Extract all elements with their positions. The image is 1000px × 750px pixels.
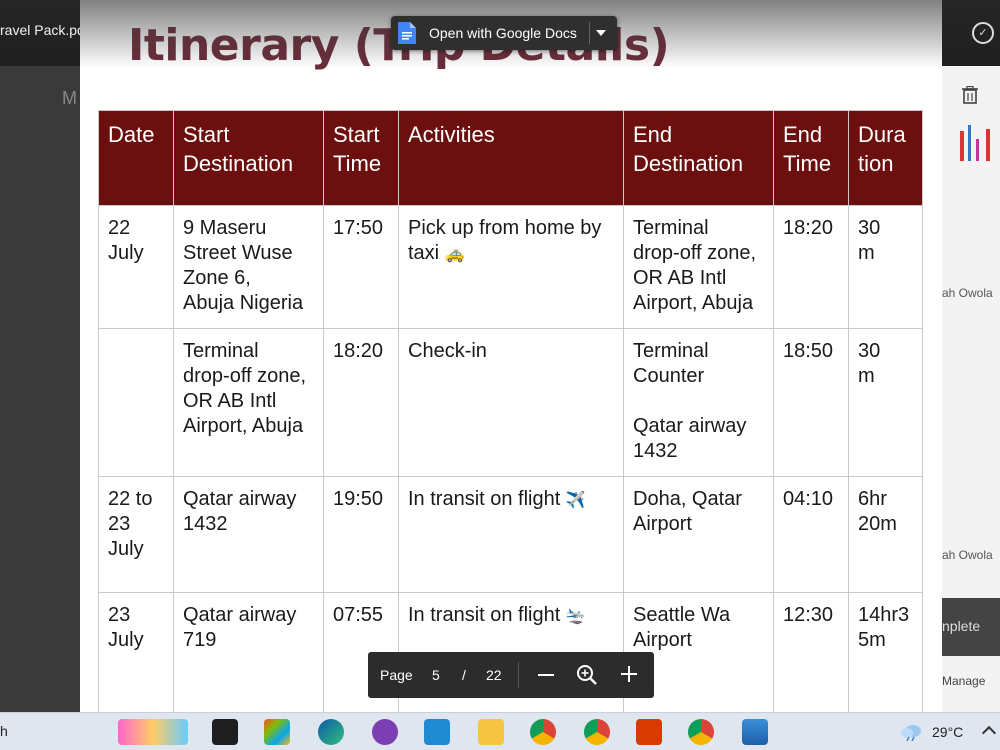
store-icon[interactable]	[264, 719, 290, 745]
complete-label: nplete	[942, 618, 981, 634]
cell-start-destination: Qatar airway 1432	[173, 476, 324, 593]
toolbar-divider	[518, 662, 519, 688]
header-start-time: Start Time	[323, 110, 399, 206]
open-with-label: Open with Google Docs	[429, 25, 577, 41]
widgets-icon[interactable]	[118, 719, 188, 745]
cell-end-time: 12:30	[773, 592, 849, 712]
taskbar-search-text[interactable]: h	[0, 723, 8, 739]
cell-start-destination: Terminal drop-off zone, OR AB Intl Airpo…	[173, 328, 324, 477]
trash-icon[interactable]	[962, 86, 978, 104]
screen: ravel Pack.pdf ✓ M ah Owola ah Owola npl…	[0, 0, 1000, 750]
background-manage-text: Manage	[942, 674, 986, 688]
chrome-profile-icon[interactable]	[530, 719, 556, 745]
account-icon[interactable]: ✓	[972, 22, 994, 44]
cell-activity: Check-in	[398, 328, 624, 477]
temperature-readout[interactable]: 29°C	[932, 724, 963, 740]
current-page-input[interactable]: 5	[432, 667, 440, 683]
cell-start-time: 18:20	[323, 328, 399, 477]
cell-duration: 30 m	[848, 328, 923, 477]
background-app-letter: M	[62, 88, 77, 108]
table-row: Terminal drop-off zone, OR AB Intl Airpo…	[98, 328, 923, 477]
cell-start-time: 17:50	[323, 205, 399, 329]
background-app-panel: ah Owola ah Owola nplete Manage	[942, 66, 1000, 712]
page-label: Page	[380, 667, 413, 683]
header-date: Date	[98, 110, 174, 206]
header-end-destination: End Destination	[623, 110, 774, 206]
open-with-google-docs-button[interactable]: Open with Google Docs	[391, 16, 617, 50]
file-explorer-icon[interactable]	[478, 719, 504, 745]
cell-duration: 6hr 20m	[848, 476, 923, 593]
cell-end-destination: Doha, Qatar Airport	[623, 476, 774, 593]
cell-date: 22 to 23 July	[98, 476, 174, 593]
chevron-up-icon[interactable]	[981, 725, 997, 741]
background-snippet: ah Owola	[942, 548, 993, 562]
activity-text: Pick up from home by taxi	[408, 217, 602, 264]
chrome-active-icon[interactable]	[688, 719, 714, 745]
cell-duration: 30 m	[848, 205, 923, 329]
itinerary-table: Date Start Destination Start Time Activi…	[98, 110, 923, 712]
activity-text: Check-in	[408, 340, 487, 362]
weather-cloud-icon[interactable]	[900, 721, 924, 741]
cell-end-destination: Terminal drop-off zone, OR AB Intl Airpo…	[623, 205, 774, 329]
cell-end-destination: Terminal Counter Qatar airway 1432	[623, 328, 774, 477]
edge-icon[interactable]	[318, 719, 344, 745]
file-name: ravel Pack.pdf	[0, 22, 89, 38]
total-pages: 22	[486, 667, 502, 683]
header-start-destination: Start Destination	[173, 110, 324, 206]
pdf-page: Itinerary (Trip Details) Date Start Dest…	[80, 0, 942, 712]
activity-text: In transit on flight	[408, 488, 561, 510]
taskbar: h 29°C	[0, 712, 1000, 750]
cell-start-time: 19:50	[323, 476, 399, 593]
chevron-down-icon[interactable]	[596, 30, 606, 36]
mini-chart-icon	[960, 125, 990, 161]
taxi-icon: 🚕	[444, 246, 465, 263]
header-end-time: End Time	[773, 110, 849, 206]
vscode-icon[interactable]	[424, 719, 450, 745]
cell-date: 23 July	[98, 592, 174, 712]
button-divider	[589, 22, 590, 44]
cell-activity: In transit on flight ✈️	[398, 476, 624, 593]
cell-date: 22 July	[98, 205, 174, 329]
activity-text: In transit on flight	[408, 604, 561, 626]
terminal-icon[interactable]	[212, 719, 238, 745]
table-header-row: Date Start Destination Start Time Activi…	[98, 110, 923, 206]
header-activities: Activities	[398, 110, 624, 206]
cell-activity: Pick up from home by taxi 🚕	[398, 205, 624, 329]
airplane-arrival-icon: 🛬	[565, 608, 586, 625]
cell-end-time: 04:10	[773, 476, 849, 593]
zoom-out-icon[interactable]	[538, 674, 554, 676]
chrome-profile-b-icon[interactable]	[584, 719, 610, 745]
office-icon[interactable]	[636, 719, 662, 745]
table-row: 22 July 9 Maseru Street Wuse Zone 6, Abu…	[98, 205, 923, 329]
photos-icon[interactable]	[742, 719, 768, 745]
github-icon[interactable]	[372, 719, 398, 745]
page-nav-toolbar: Page 5 / 22	[368, 652, 654, 698]
cell-start-destination: 9 Maseru Street Wuse Zone 6, Abuja Niger…	[173, 205, 324, 329]
header-duration: Dura tion	[848, 110, 923, 206]
zoom-fit-icon[interactable]	[576, 664, 598, 686]
cell-date	[98, 328, 174, 477]
google-docs-icon	[398, 22, 416, 44]
background-snippet: ah Owola	[942, 286, 993, 300]
zoom-in-icon[interactable]	[620, 665, 638, 683]
airplane-icon: ✈️	[565, 492, 586, 509]
cell-end-time: 18:50	[773, 328, 849, 477]
cell-duration: 14hr3 5m	[848, 592, 923, 712]
cell-end-time: 18:20	[773, 205, 849, 329]
table-row: 22 to 23 July Qatar airway 1432 19:50 In…	[98, 476, 923, 593]
page-separator: /	[462, 667, 466, 683]
background-complete-button: nplete	[942, 598, 1000, 656]
cell-start-destination: Qatar airway 719	[173, 592, 324, 712]
